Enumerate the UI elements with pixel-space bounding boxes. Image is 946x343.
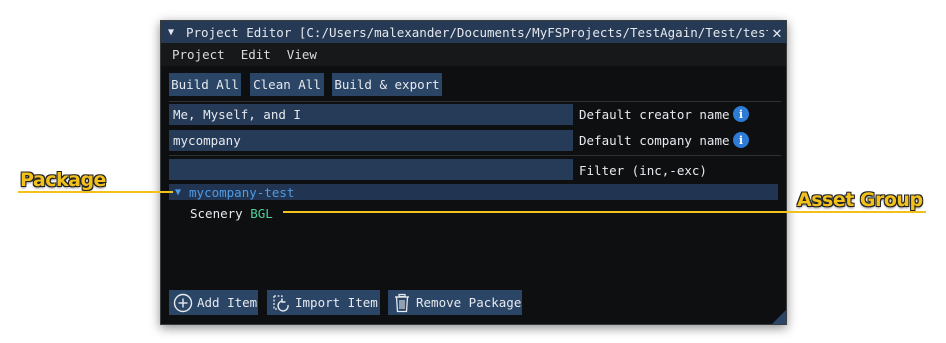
filter-input[interactable] <box>169 159 573 180</box>
info-icon[interactable]: i <box>733 106 749 122</box>
divider <box>169 155 781 156</box>
asset-group-callout: Asset Group <box>797 189 923 211</box>
expand-arrow-icon[interactable]: ▼ <box>175 187 181 198</box>
asset-group-item[interactable]: Scenery BGL <box>190 206 273 221</box>
package-callout-line <box>18 191 173 193</box>
resize-grip-icon[interactable] <box>772 310 786 324</box>
window-title: Project Editor [C:/Users/malexander/Docu… <box>186 24 768 40</box>
import-item-button[interactable]: Import Item <box>267 290 380 315</box>
import-icon <box>273 294 289 312</box>
asset-group-name: Scenery <box>190 206 243 221</box>
creator-name-input[interactable]: Me, Myself, and I <box>169 104 573 125</box>
collapse-icon[interactable]: ▼ <box>168 27 178 38</box>
add-item-button[interactable]: Add Item <box>169 290 258 315</box>
close-icon[interactable]: ✕ <box>768 23 786 42</box>
add-item-label: Add Item <box>197 295 258 310</box>
menu-bar: Project Edit View <box>161 43 786 66</box>
import-item-label: Import Item <box>295 295 378 310</box>
package-callout: Package <box>20 169 106 191</box>
menu-view[interactable]: View <box>287 47 317 62</box>
title-bar[interactable]: ▼ Project Editor [C:/Users/malexander/Do… <box>161 21 786 43</box>
menu-project[interactable]: Project <box>172 47 225 62</box>
package-name: mycompany-test <box>189 184 295 200</box>
menu-edit[interactable]: Edit <box>241 47 271 62</box>
package-tree-item[interactable]: ▼ mycompany-test <box>169 184 778 200</box>
creator-name-label: Default creator name <box>579 107 730 122</box>
remove-package-button[interactable]: Remove Package <box>388 290 522 315</box>
asset-group-callout-line <box>283 211 926 213</box>
remove-package-label: Remove Package <box>416 295 522 310</box>
clean-all-button[interactable]: Clean All <box>250 73 324 96</box>
asset-group-type: BGL <box>250 206 273 221</box>
trash-icon <box>395 293 409 312</box>
project-editor-window: ▼ Project Editor [C:/Users/malexander/Do… <box>160 20 787 325</box>
build-export-button[interactable]: Build & export <box>332 73 442 96</box>
build-all-button[interactable]: Build All <box>169 73 241 96</box>
filter-label: Filter (inc,-exc) <box>579 163 707 178</box>
add-circle-icon <box>173 293 193 312</box>
company-name-input[interactable]: mycompany <box>169 130 573 151</box>
divider <box>169 101 781 102</box>
info-icon[interactable]: i <box>733 132 749 148</box>
company-name-label: Default company name <box>579 133 730 148</box>
